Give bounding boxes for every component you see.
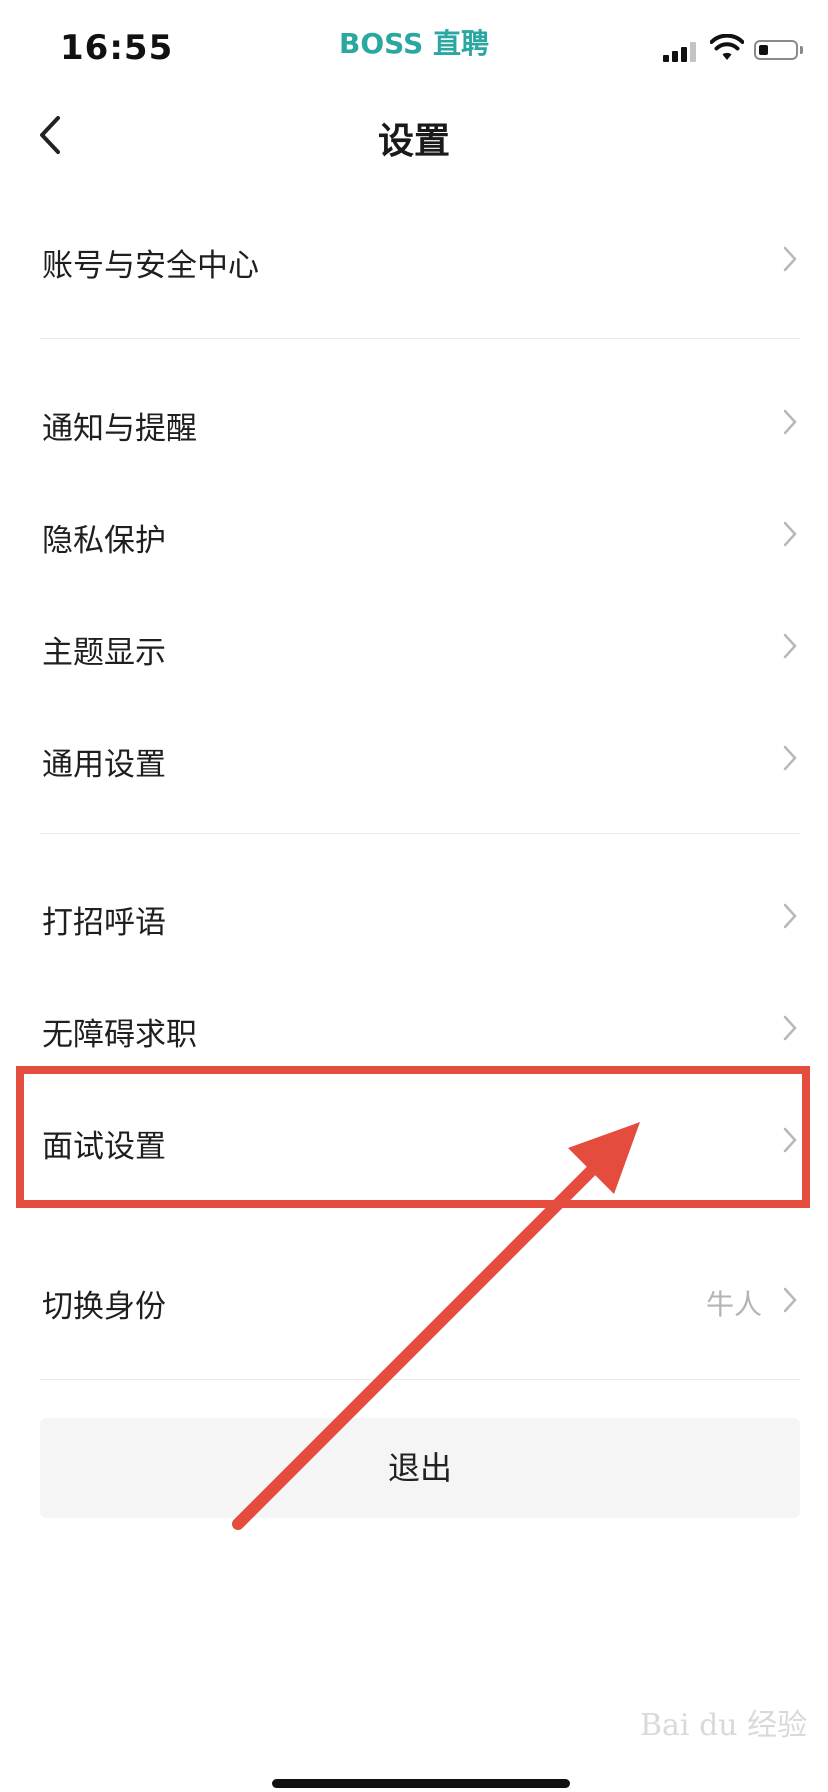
page-title: 设置: [377, 121, 450, 162]
settings-item-label: 隐私保护: [42, 523, 166, 559]
settings-item-label: 通知与提醒: [42, 411, 197, 447]
settings-item-theme[interactable]: 主题显示: [0, 591, 828, 703]
chevron-right-icon: [783, 1287, 797, 1313]
battery-tip: [800, 46, 803, 54]
settings-item-label: 通用设置: [42, 747, 166, 783]
settings-item-label: 无障碍求职: [42, 1017, 197, 1053]
divider: [40, 338, 800, 339]
chevron-right-icon: [783, 409, 797, 435]
chevron-right-icon: [783, 1015, 797, 1041]
logout-button[interactable]: 退出: [40, 1418, 800, 1518]
settings-item-notifications[interactable]: 通知与提醒: [0, 367, 828, 479]
settings-item-label: 切换身份: [42, 1289, 166, 1325]
chevron-right-icon: [783, 246, 797, 272]
home-indicator[interactable]: [272, 1779, 570, 1788]
chevron-right-icon: [783, 745, 797, 771]
app-brand: BOSS 直聘: [339, 27, 489, 60]
chevron-right-icon: [783, 633, 797, 659]
chevron-right-icon: [783, 903, 797, 929]
settings-item-switch-identity[interactable]: 切换身份 牛人: [0, 1245, 828, 1357]
settings-item-label: 账号与安全中心: [42, 248, 259, 284]
settings-item-label: 打招呼语: [42, 905, 166, 941]
settings-item-general[interactable]: 通用设置: [0, 703, 828, 815]
settings-item-privacy[interactable]: 隐私保护: [0, 479, 828, 591]
chevron-right-icon: [783, 521, 797, 547]
annotation-highlight-box: [16, 1066, 810, 1208]
settings-item-label: 主题显示: [42, 635, 166, 671]
battery-icon: [754, 40, 798, 60]
divider: [40, 1379, 800, 1380]
cellular-signal-icon: [663, 42, 701, 62]
settings-item-greeting[interactable]: 打招呼语: [0, 861, 828, 973]
baidu-watermark: Bai du 经验: [640, 1708, 808, 1743]
divider: [40, 833, 800, 834]
current-identity-value: 牛人: [705, 1288, 762, 1321]
settings-item-account-security[interactable]: 账号与安全中心: [0, 204, 828, 314]
logout-label: 退出: [387, 1449, 452, 1487]
wifi-icon: [710, 34, 744, 60]
